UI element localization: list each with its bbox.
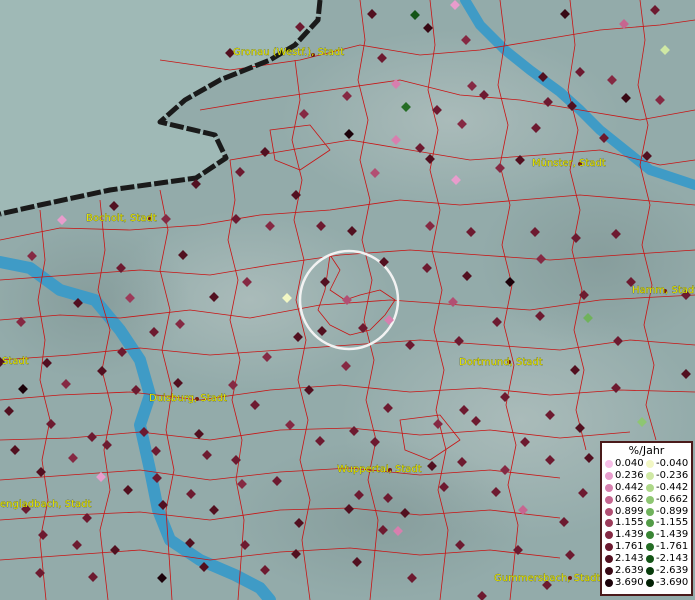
legend-swatch-positive [605, 471, 613, 480]
legend-value-positive: 3.690 [615, 576, 644, 588]
city-label-gronau: Gronau (Westf.), Stadt [233, 47, 344, 58]
legend-value-negative: -0.442 [656, 481, 689, 493]
legend-swatch-negative [646, 543, 654, 552]
legend-value-positive: 1.155 [615, 517, 644, 529]
legend-value-negative: -0.662 [656, 493, 689, 505]
legend-value-positive: 0.899 [615, 505, 644, 517]
legend-value-negative: -1.155 [656, 517, 689, 529]
legend-swatch-positive [605, 567, 613, 576]
city-label-stadt-west: Stadt [2, 356, 29, 367]
legend-swatch-positive [605, 460, 613, 468]
legend-swatch-positive [605, 495, 613, 504]
city-label-bocholt: Bocholt, Stadt [86, 213, 157, 224]
legend-swatch-negative [646, 555, 654, 564]
legend-title: %/Jahr [628, 444, 665, 457]
legend-value-positive: 2.639 [615, 565, 644, 577]
city-label-hamm: Hamm, Stadt [632, 285, 695, 296]
legend-value-positive: 1.761 [615, 541, 644, 553]
legend-swatch-negative [646, 567, 654, 576]
legend-value-negative: -1.439 [656, 529, 689, 541]
legend-swatch-positive [605, 578, 613, 587]
legend-value-positive: 0.236 [615, 469, 644, 481]
legend-value-positive: 2.143 [615, 553, 644, 565]
legend-swatch-negative [646, 460, 654, 468]
legend-row: 2.639 -2.639 [602, 565, 691, 577]
legend-row: 1.761 -1.761 [602, 541, 691, 553]
legend-row: 0.040 -0.040 [602, 458, 691, 470]
legend-swatch-positive [605, 507, 613, 516]
legend-row: 0.662 -0.662 [602, 494, 691, 506]
legend-swatch-positive [605, 543, 613, 552]
map-canvas[interactable]: Gronau (Westf.), Stadt Bocholt, Stadt Mü… [0, 0, 695, 600]
legend-row: 0.236 -0.236 [602, 470, 691, 482]
legend-value-negative: -0.040 [656, 458, 689, 469]
legend-value-negative: -2.143 [656, 553, 689, 565]
legend-value-positive: 1.439 [615, 529, 644, 541]
legend-swatch-positive [605, 555, 613, 564]
legend-swatch-negative [646, 507, 654, 516]
legend-swatch-negative [646, 471, 654, 480]
legend-row: 0.899 -0.899 [602, 506, 691, 518]
legend-value-positive: 0.662 [615, 493, 644, 505]
legend-rows: 0.040 -0.040 0.236 -0.236 0.442 -0.442 0.662 -0… [602, 458, 691, 589]
city-label-dortmund: Dortmund, Stadt [459, 357, 543, 368]
legend-value-negative: -2.639 [656, 565, 689, 577]
legend-swatch-positive [605, 531, 613, 540]
legend-swatch-negative [646, 578, 654, 587]
legend-value-positive: 0.442 [615, 481, 644, 493]
legend-swatch-positive [605, 483, 613, 492]
legend-value-negative: -0.899 [656, 505, 689, 517]
city-label-gummersbach: Gummersbach, Stadt [494, 573, 600, 584]
city-label-wuppertal: Wuppertal, Stadt [337, 464, 422, 475]
legend-value-positive: 0.040 [615, 458, 644, 469]
city-label-duisburg: Duisburg, Stadt [149, 393, 227, 404]
legend-swatch-positive [605, 519, 613, 528]
legend-swatch-negative [646, 531, 654, 540]
legend-swatch-negative [646, 519, 654, 528]
legend: %/Jahr 0.040 -0.040 0.236 -0.236 0.442 -0.442… [600, 441, 693, 596]
legend-row: 3.690 -3.690 [602, 577, 691, 589]
legend-value-negative: -1.761 [656, 541, 689, 553]
legend-row: 2.143 -2.143 [602, 553, 691, 565]
legend-swatch-negative [646, 483, 654, 492]
city-label-muenster: Münster, Stadt [532, 158, 606, 169]
legend-swatch-negative [646, 495, 654, 504]
legend-row: 0.442 -0.442 [602, 482, 691, 494]
city-label-moenchengladbach: engladbach, Stadt [0, 499, 92, 510]
legend-row: 1.439 -1.439 [602, 529, 691, 541]
legend-value-negative: -3.690 [656, 576, 689, 588]
legend-row: 1.155 -1.155 [602, 517, 691, 529]
legend-value-negative: -0.236 [656, 469, 689, 481]
